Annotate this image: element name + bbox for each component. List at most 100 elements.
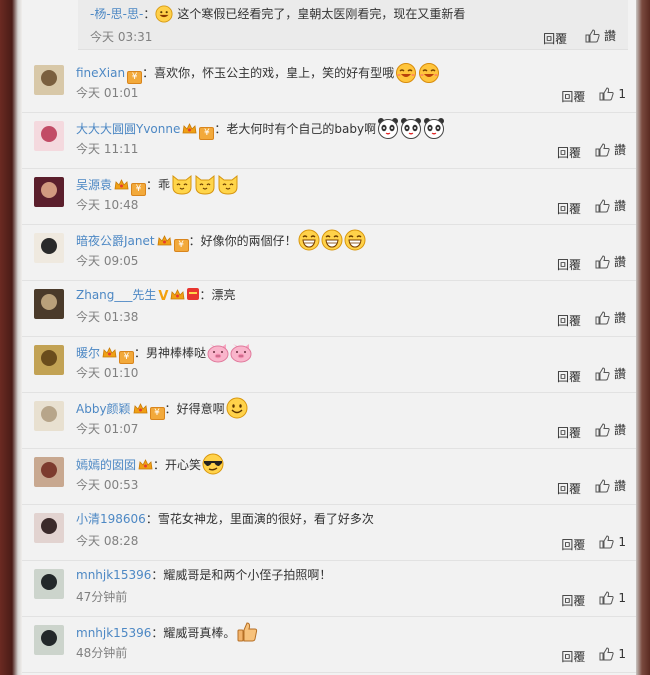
like-button[interactable]: 1	[599, 85, 626, 103]
comment-time: 47分钟前	[76, 590, 128, 604]
avatar[interactable]	[34, 513, 64, 543]
avatar[interactable]	[34, 65, 64, 95]
nested-reply-line: -杨-思-思-： 这个寒假已经看完了，皇朝太医刚看完，现在又重新看	[90, 5, 465, 23]
comment-time: 今天 00:53	[76, 478, 139, 492]
reply-button[interactable]: 回覆	[561, 648, 585, 666]
like-label: 1	[618, 87, 626, 101]
comment-text: 男神棒棒哒	[146, 346, 207, 360]
reply-button[interactable]: 回覆	[557, 312, 581, 330]
cat-emoji-icon	[195, 174, 215, 195]
comment-item: 小清198606：雪花女神龙，里面演的很好，看了好多次今天 08:28 回覆 1	[22, 505, 636, 561]
like-label: 1	[618, 591, 626, 605]
avatar[interactable]	[34, 289, 64, 319]
reply-button[interactable]: 回覆	[543, 30, 567, 48]
avatar[interactable]	[34, 121, 64, 151]
comment-item: fineXian ¥ ：喜欢你，怀玉公主的戏，皇上，笑的好有型哦今天 01:01 回覆…	[22, 57, 636, 113]
like-label: 讚	[603, 29, 616, 43]
reply-button[interactable]: 回覆	[557, 144, 581, 162]
nested-reply: -杨-思-思-： 这个寒假已经看完了，皇朝太医刚看完，现在又重新看 今天 03:3…	[78, 0, 628, 50]
username-link[interactable]: 吴源袁	[76, 178, 112, 192]
reply-button[interactable]: 回覆	[561, 592, 585, 610]
like-label: 1	[618, 647, 626, 661]
reply-button[interactable]: 回覆	[557, 256, 581, 274]
like-button[interactable]: 1	[599, 589, 626, 607]
reply-button[interactable]: 回覆	[557, 480, 581, 498]
wealth-badge-icon: ¥	[119, 351, 135, 364]
separator: ：	[164, 402, 177, 416]
avatar[interactable]	[34, 177, 64, 207]
avatar-face	[41, 350, 57, 366]
separator: ：	[214, 122, 227, 136]
like-button[interactable]: 讚	[595, 477, 626, 495]
like-button[interactable]: 讚	[595, 365, 626, 383]
panda-emoji-icon	[424, 118, 445, 139]
like-button[interactable]: 讚	[595, 197, 626, 215]
like-label: 1	[618, 535, 626, 549]
like-button[interactable]: 讚	[585, 27, 616, 45]
like-button[interactable]: 讚	[595, 141, 626, 159]
reply-button[interactable]: 回覆	[561, 536, 585, 554]
comment-line: 大大大圓圓Yvonne ¥ ：老大何时有个自己的baby啊	[76, 117, 445, 140]
like-button[interactable]: 1	[599, 645, 626, 663]
separator: ：	[143, 7, 156, 21]
separator: ：	[145, 512, 158, 526]
username-link[interactable]: mnhjk15396	[76, 626, 151, 640]
like-button[interactable]: 1	[599, 533, 626, 551]
like-label: 讚	[613, 479, 626, 493]
laugh-emoji-icon	[419, 63, 440, 83]
comment-item: 吴源袁 ¥ ：乖 今天 10:48 回覆 讚	[22, 169, 636, 225]
reply-button[interactable]: 回覆	[557, 368, 581, 386]
username-link[interactable]: 小清198606	[76, 512, 146, 526]
separator: ：	[153, 458, 166, 472]
comment-list-panel: -杨-思-思-： 这个寒假已经看完了，皇朝太医刚看完，现在又重新看 今天 03:3…	[22, 0, 636, 675]
thumbs-up-icon	[595, 367, 610, 381]
avatar[interactable]	[34, 569, 64, 599]
comment-line: mnhjk15396：耀威哥是和两个小侄子拍照啊！	[76, 565, 331, 585]
comment-actions: 回覆 讚	[557, 421, 626, 442]
comment-text: 老大何时有个自己的baby啊	[226, 122, 377, 136]
comment-actions: 回覆 1	[561, 645, 626, 666]
comment-text: 开心笑	[165, 458, 202, 472]
avatar-face	[41, 294, 57, 310]
username-link[interactable]: Zhang___先生	[76, 288, 156, 302]
username-link[interactable]: fineXian	[76, 66, 125, 80]
username-link[interactable]: -杨-思-思-	[90, 7, 143, 21]
comment-text: 雪花女神龙，里面演的很好，看了好多次	[157, 512, 374, 526]
username-link[interactable]: 暗夜公爵Janet	[76, 234, 155, 248]
reply-button[interactable]: 回覆	[561, 88, 585, 106]
separator: ：	[188, 234, 201, 248]
reply-button[interactable]: 回覆	[557, 424, 581, 442]
username-link[interactable]: 暖尔	[76, 346, 100, 360]
comment-line: fineXian ¥ ：喜欢你，怀玉公主的戏，皇上，笑的好有型哦	[76, 61, 440, 84]
like-button[interactable]: 讚	[595, 253, 626, 271]
username-link[interactable]: mnhjk15396	[76, 568, 151, 582]
avatar[interactable]	[34, 345, 64, 375]
vip-crown-badge-icon	[182, 123, 197, 134]
username-link[interactable]: 大大大圓圓Yvonne	[76, 122, 180, 136]
comment-actions: 回覆 1	[561, 85, 626, 106]
wealth-badge-icon: ¥	[131, 183, 147, 196]
avatar[interactable]	[34, 625, 64, 655]
comment-time: 今天 08:28	[76, 534, 139, 548]
pig-emoji-icon	[230, 344, 252, 363]
comment-time: 今天 11:11	[76, 142, 139, 156]
wealth-badge-icon: ¥	[149, 407, 165, 420]
avatar[interactable]	[34, 233, 64, 263]
username-link[interactable]: 嫣嫣的囡囡	[76, 458, 136, 472]
reply-button[interactable]: 回覆	[557, 200, 581, 218]
wealth-badge-icon: ¥	[173, 239, 189, 252]
wealth-badge-icon: ¥	[199, 127, 215, 140]
comment-item: Zhang___先生 V ：漂亮 今天 01:38 回覆 讚	[22, 281, 636, 337]
like-button[interactable]: 讚	[595, 421, 626, 439]
avatar[interactable]	[34, 401, 64, 431]
avatar[interactable]	[34, 457, 64, 487]
comment-time: 今天 01:10	[76, 366, 139, 380]
comment-item: mnhjk15396：耀威哥真棒。 48分钟前 回覆 1	[22, 617, 636, 673]
like-button[interactable]: 讚	[595, 309, 626, 327]
cat-emoji-icon	[218, 174, 238, 195]
comment-time: 今天 01:01	[76, 86, 139, 100]
comment-actions: 回覆 讚	[557, 477, 626, 498]
username-link[interactable]: Abby颜颖	[76, 402, 131, 416]
grin-emoji-icon	[155, 5, 173, 23]
avatar-face	[41, 70, 57, 86]
